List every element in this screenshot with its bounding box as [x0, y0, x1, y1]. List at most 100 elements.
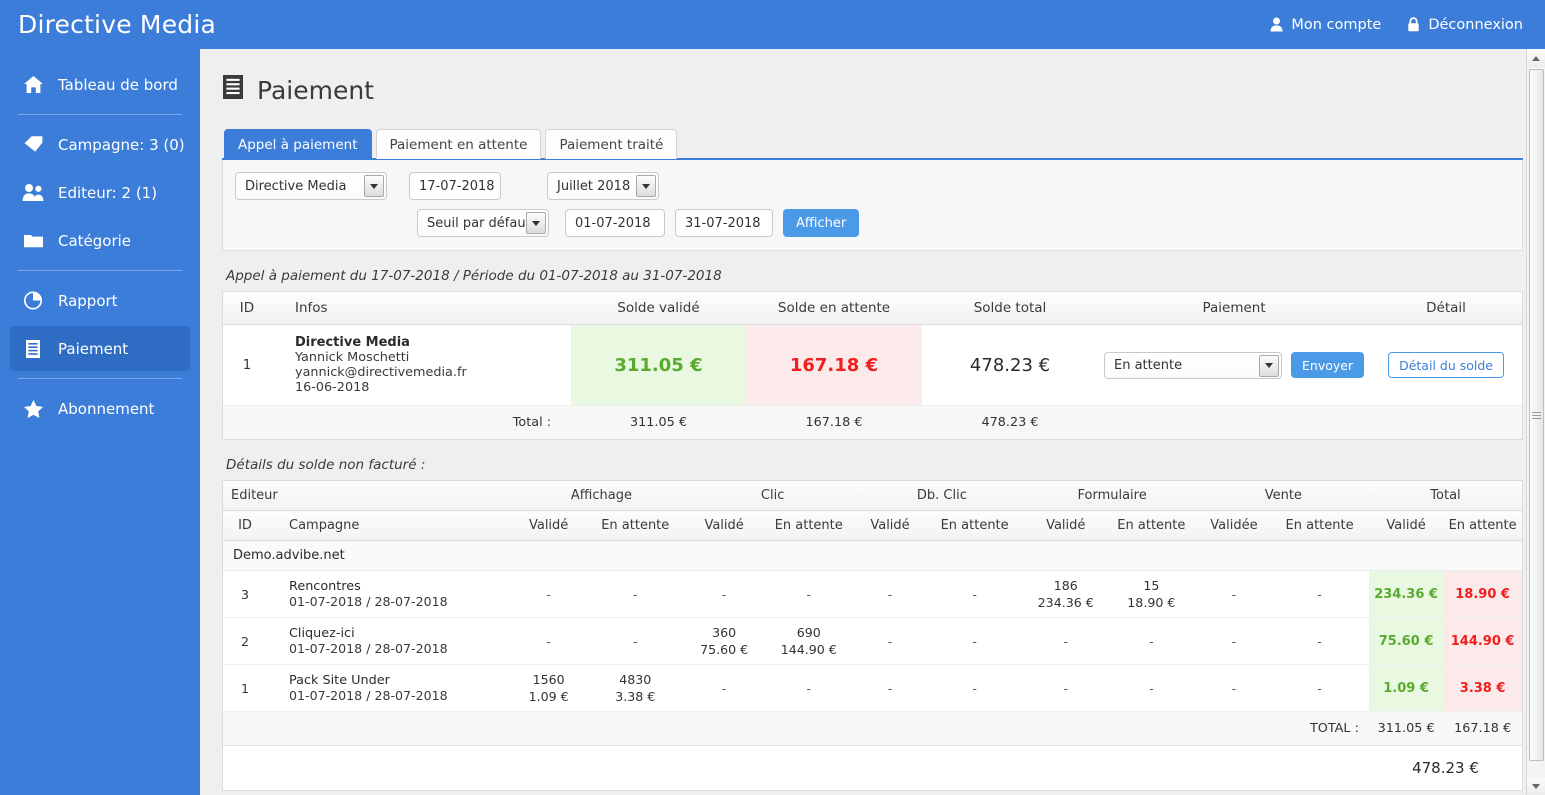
- amount: 234.36 €: [1037, 595, 1094, 610]
- details-grand-total-row: 478.23 €: [223, 745, 1522, 790]
- group-col-affichage: Affichage: [514, 481, 689, 511]
- sidebar-item-abonnement[interactable]: Abonnement: [10, 386, 190, 431]
- date-to-input[interactable]: 31-07-2018: [675, 209, 773, 237]
- call-date-input[interactable]: 17-07-2018: [409, 172, 501, 200]
- month-select[interactable]: Juillet 2018: [547, 172, 659, 200]
- subcol-form-attente: En attente: [1104, 510, 1198, 541]
- count: -: [806, 680, 811, 696]
- cell-form-attente: -: [1104, 664, 1198, 712]
- subcol-clic-valide: Validé: [688, 510, 761, 541]
- date-from-input[interactable]: 01-07-2018: [565, 209, 665, 237]
- count: 360: [712, 625, 737, 640]
- cell-vente-validee: -: [1197, 570, 1271, 618]
- grand-total-spacer: [223, 745, 1369, 790]
- summary-totals-row: Total : 311.05 € 167.18 € 478.23 €: [223, 405, 1522, 439]
- subcol-form-valide: Validé: [1026, 510, 1105, 541]
- totals-spacer-2: [1098, 405, 1371, 439]
- row-solde-total: 478.23 €: [922, 324, 1098, 406]
- sidebar-divider-3: [18, 378, 182, 379]
- count: -: [1063, 633, 1068, 649]
- sidebar-item-paiement[interactable]: Paiement: [10, 326, 190, 371]
- details-table-body: Demo.advibe.net 3 Rencontres 01-07-2018 …: [223, 540, 1522, 790]
- tab-paiement-en-attente[interactable]: Paiement en attente: [375, 129, 542, 159]
- cell-clic-attente: 690 144.90 €: [760, 617, 858, 665]
- count: -: [632, 586, 638, 602]
- cell-dbclic-attente: -: [922, 664, 1027, 712]
- detail-row-id: 1: [223, 664, 267, 712]
- vertical-scrollbar[interactable]: [1526, 49, 1545, 795]
- my-account-link[interactable]: Mon compte: [1270, 17, 1381, 33]
- cell-dbclic-valide: -: [857, 617, 923, 665]
- sidebar-divider-1: [18, 114, 182, 115]
- afficher-button[interactable]: Afficher: [783, 209, 860, 237]
- chevron-down-icon: [1259, 354, 1279, 377]
- sidebar-item-editeur[interactable]: Editeur: 2 (1): [10, 170, 190, 215]
- logout-link[interactable]: Déconnexion: [1407, 17, 1523, 33]
- threshold-select-value: Seuil par défaut: [427, 215, 531, 231]
- subcol-affichage-attente: En attente: [582, 510, 689, 541]
- infos-company: Directive Media: [295, 335, 410, 350]
- amount: 3.38 €: [615, 689, 656, 704]
- cell-clic-attente: -: [760, 570, 858, 618]
- details-table-head: Editeur Affichage Clic Db. Clic Formulai…: [223, 481, 1522, 541]
- subcol-affichage-valide: Validé: [514, 510, 583, 541]
- detail-du-solde-button[interactable]: Détail du solde: [1388, 352, 1504, 378]
- tab-paiement-traite[interactable]: Paiement traité: [545, 129, 678, 159]
- cell-total-attente: 18.90 €: [1443, 570, 1522, 618]
- envoyer-button[interactable]: Envoyer: [1291, 352, 1365, 378]
- scroll-up-button[interactable]: [1526, 49, 1545, 67]
- details-table: Editeur Affichage Clic Db. Clic Formulai…: [223, 481, 1522, 790]
- totals-spacer-3: [1370, 405, 1522, 439]
- triangle-down-icon: [1532, 783, 1540, 789]
- amount: 75.60 €: [700, 642, 749, 657]
- count: 690: [796, 625, 821, 640]
- top-bar: Directive Media Mon compte Déconnexion: [0, 0, 1545, 49]
- month-select-value: Juillet 2018: [557, 178, 631, 194]
- subcol-id: ID: [223, 510, 267, 541]
- row-detail: Détail du solde: [1370, 324, 1522, 406]
- count: -: [1149, 680, 1154, 696]
- col-solde-en-attente: Solde en attente: [746, 292, 922, 325]
- sidebar-item-rapport[interactable]: Rapport: [10, 278, 190, 323]
- folder-icon: [22, 231, 44, 250]
- table-row: 1 Pack Site Under 01-07-2018 / 28-07-201…: [223, 664, 1522, 712]
- scroll-down-button[interactable]: [1526, 777, 1545, 795]
- count: -: [1231, 633, 1237, 649]
- cell-clic-attente: -: [760, 664, 858, 712]
- detail-row-campaign: Cliquez-ici 01-07-2018 / 28-07-2018: [267, 617, 515, 665]
- cell-form-valide: -: [1026, 617, 1105, 665]
- campaign-period: 01-07-2018 / 28-07-2018: [289, 688, 448, 703]
- cell-vente-validee: -: [1197, 664, 1271, 712]
- advertiser-select[interactable]: Directive Media: [235, 172, 387, 200]
- sidebar-item-categorie[interactable]: Catégorie: [10, 218, 190, 263]
- star-icon: [22, 399, 44, 419]
- scrollbar-track[interactable]: [1526, 67, 1545, 777]
- sidebar-item-label: Abonnement: [58, 399, 155, 418]
- threshold-select[interactable]: Seuil par défaut: [417, 209, 549, 237]
- group-col-clic: Clic: [688, 481, 858, 511]
- count: -: [972, 586, 977, 602]
- campaign-period: 01-07-2018 / 28-07-2018: [289, 594, 448, 609]
- count: -: [887, 680, 893, 696]
- totals-label: Total :: [271, 405, 571, 439]
- infos-contact: Yannick Moschetti: [295, 350, 410, 365]
- main-content: Paiement Appel à paiement Paiement en at…: [200, 49, 1545, 795]
- totals-solde-total: 478.23 €: [922, 405, 1098, 439]
- details-sub-header-row: ID Campagne Validé En attente Validé En …: [223, 510, 1522, 541]
- chevron-down-icon: [364, 175, 384, 197]
- home-icon: [22, 75, 44, 94]
- cell-affichage-attente: -: [582, 617, 689, 665]
- count: -: [1317, 680, 1322, 696]
- cell-total-valide: 75.60 €: [1368, 617, 1444, 665]
- scrollbar-thumb[interactable]: [1528, 69, 1544, 761]
- tab-appel-a-paiement[interactable]: Appel à paiement: [224, 129, 372, 159]
- page-title: Paiement: [222, 74, 1523, 106]
- subcol-vente-attente: En attente: [1270, 510, 1369, 541]
- sidebar-item-campagne[interactable]: Campagne: 3 (0): [10, 122, 190, 167]
- details-total-label: TOTAL :: [223, 711, 1369, 746]
- advertiser-select-value: Directive Media: [245, 178, 347, 194]
- table-row: 3 Rencontres 01-07-2018 / 28-07-2018 - -…: [223, 570, 1522, 618]
- payment-status-select[interactable]: En attente: [1104, 351, 1282, 379]
- sidebar-item-tableau-de-bord[interactable]: Tableau de bord: [10, 62, 190, 107]
- campaign-name: Rencontres: [289, 579, 361, 594]
